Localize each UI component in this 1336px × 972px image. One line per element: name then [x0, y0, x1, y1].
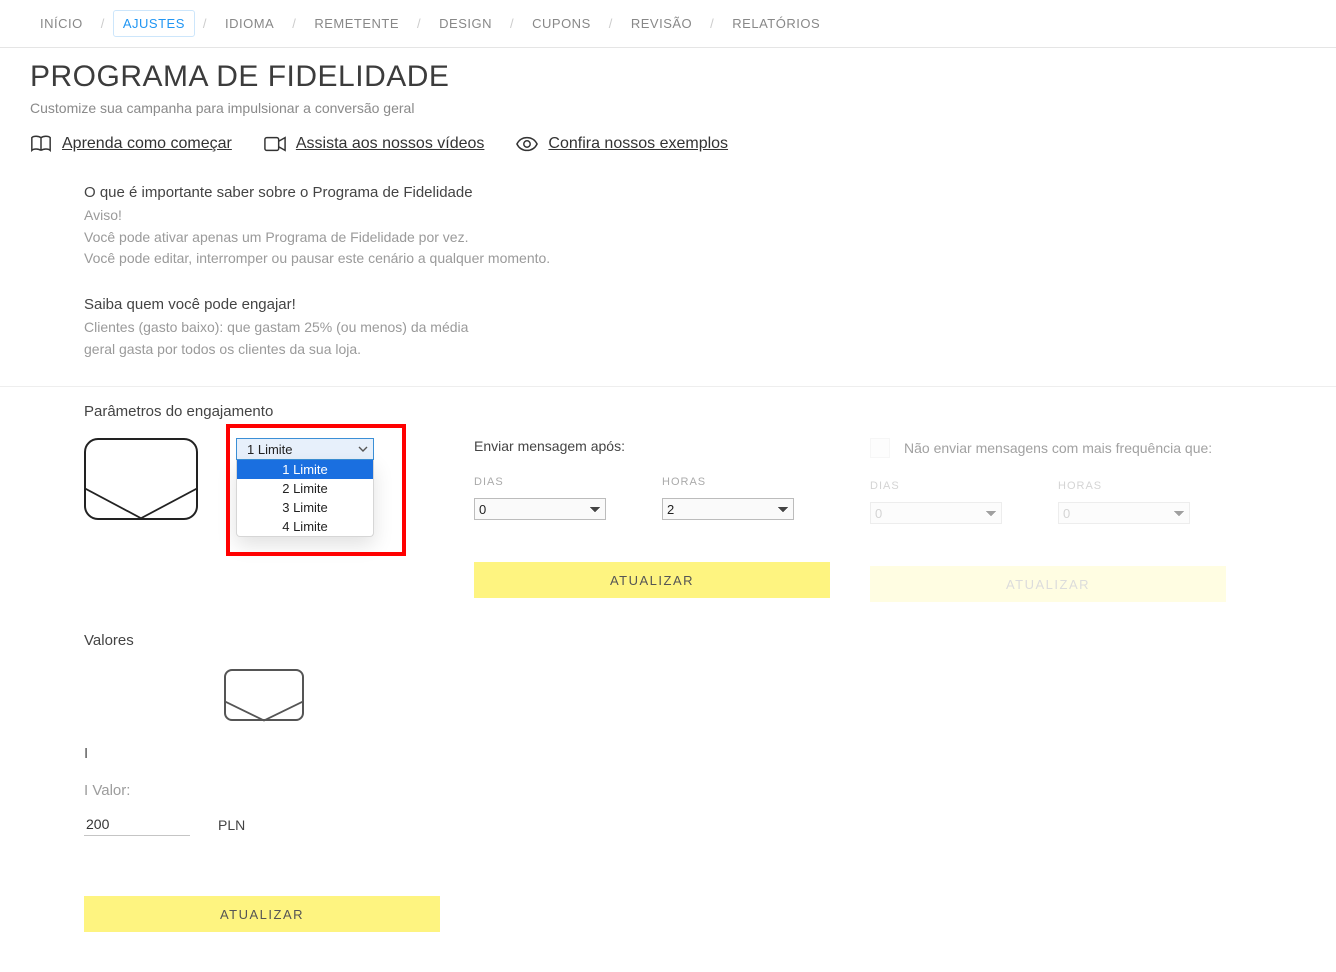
nav-separator: /: [203, 16, 207, 31]
info-about-line: Você pode ativar apenas um Programa de F…: [84, 227, 724, 249]
book-icon: [30, 134, 52, 154]
page-subtitle: Customize sua campanha para impulsionar …: [30, 100, 1306, 116]
days-label-2: DIAS: [870, 480, 1002, 492]
limit-option-1[interactable]: 1 Limite: [237, 460, 373, 479]
nav-separator: /: [609, 16, 613, 31]
hours-select-1[interactable]: 2: [662, 498, 794, 520]
update-button-2[interactable]: ATUALIZAR: [870, 566, 1226, 602]
update-button-valores[interactable]: ATUALIZAR: [84, 896, 440, 932]
send-after-label: Enviar mensagem após:: [474, 438, 834, 454]
hours-label: HORAS: [662, 476, 794, 488]
nav-separator: /: [101, 16, 105, 31]
freq-block: Não enviar mensagens com mais frequência…: [870, 438, 1230, 602]
days-select-1[interactable]: 0: [474, 498, 606, 520]
info-block-engage: Saiba quem você pode engajar! Clientes (…: [84, 296, 724, 360]
info-about-line: Aviso!: [84, 205, 724, 227]
limit-option-4[interactable]: 4 Limite: [237, 517, 373, 536]
eye-icon: [516, 134, 538, 154]
nav-ajustes[interactable]: AJUSTES: [113, 10, 195, 37]
valor-input[interactable]: [84, 813, 190, 836]
nav-separator: /: [510, 16, 514, 31]
video-icon: [264, 134, 286, 154]
limit-dropdown: 1 Limite 2 Limite 3 Limite 4 Limite: [236, 460, 374, 537]
envelope-icon: [84, 438, 198, 520]
limit-option-3[interactable]: 3 Limite: [237, 498, 373, 517]
info-block-about: O que é importante saber sobre o Program…: [84, 184, 724, 270]
nav-separator: /: [710, 16, 714, 31]
hours-select-2[interactable]: 0: [1058, 502, 1190, 524]
days-select-2[interactable]: 0: [870, 502, 1002, 524]
envelope-small-icon: [224, 669, 304, 721]
valores-title: Valores: [84, 632, 1306, 649]
nav-design[interactable]: DESIGN: [429, 10, 502, 37]
help-links: Aprenda como começar Assista aos nossos …: [30, 134, 1306, 154]
info-about-header: O que é importante saber sobre o Program…: [84, 184, 724, 201]
chevron-down-icon: [357, 443, 369, 455]
limit-select-value: 1 Limite: [247, 442, 293, 457]
limit-option-2[interactable]: 2 Limite: [237, 479, 373, 498]
info-engage-header: Saiba quem você pode engajar!: [84, 296, 724, 313]
page-title: PROGRAMA DE FIDELIDADE: [30, 60, 1306, 94]
update-button-1[interactable]: ATUALIZAR: [474, 562, 830, 598]
help-videos-label: Assista aos nossos vídeos: [296, 135, 485, 153]
nav-separator: /: [292, 16, 296, 31]
info-about-line: Você pode editar, interromper ou pausar …: [84, 248, 724, 270]
top-nav: INÍCIO / AJUSTES / IDIOMA / REMETENTE / …: [0, 0, 1336, 48]
nav-idioma[interactable]: IDIOMA: [215, 10, 284, 37]
info-engage-line: Clientes (gasto baixo): que gastam 25% (…: [84, 317, 724, 339]
nav-relatorios[interactable]: RELATÓRIOS: [722, 10, 830, 37]
params-title: Parâmetros do engajamento: [84, 403, 1306, 420]
section-separator: [0, 386, 1336, 387]
freq-checkbox[interactable]: [870, 438, 890, 458]
help-learn-label: Aprenda como começar: [62, 135, 232, 153]
hours-label-2: HORAS: [1058, 480, 1190, 492]
nav-inicio[interactable]: INÍCIO: [30, 10, 93, 37]
roman-numeral: I: [84, 745, 1306, 762]
days-label: DIAS: [474, 476, 606, 488]
help-learn[interactable]: Aprenda como começar: [30, 134, 232, 154]
help-videos[interactable]: Assista aos nossos vídeos: [264, 134, 485, 154]
info-engage-line: geral gasta por todos os clientes da sua…: [84, 339, 724, 361]
send-after-block: Enviar mensagem após: DIAS 0 HORAS 2 ATU…: [474, 438, 834, 602]
freq-label: Não enviar mensagens com mais frequência…: [904, 440, 1212, 456]
limit-select[interactable]: 1 Limite: [236, 438, 374, 460]
nav-remetente[interactable]: REMETENTE: [304, 10, 409, 37]
nav-cupons[interactable]: CUPONS: [522, 10, 601, 37]
help-examples-label: Confira nossos exemplos: [548, 135, 728, 153]
valor-label: I Valor:: [84, 782, 1306, 799]
help-examples[interactable]: Confira nossos exemplos: [516, 134, 728, 154]
nav-separator: /: [417, 16, 421, 31]
nav-revisao[interactable]: REVISÃO: [621, 10, 702, 37]
